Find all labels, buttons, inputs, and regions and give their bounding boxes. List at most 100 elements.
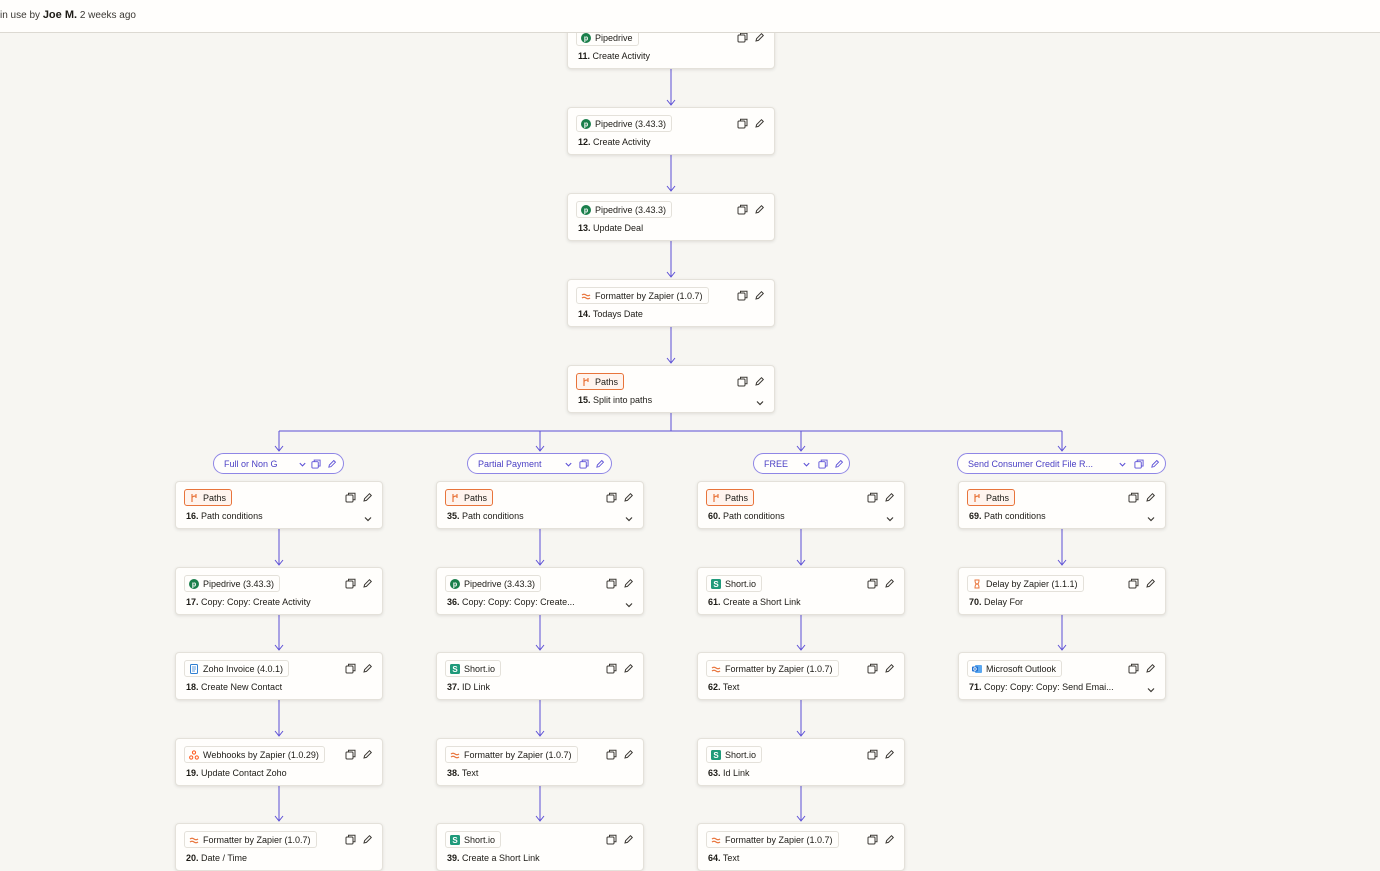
path-branch-pill[interactable]: Send Consumer Credit File R... — [957, 453, 1166, 474]
chevron-down-icon[interactable] — [564, 460, 573, 469]
edit-pencil-icon[interactable] — [834, 459, 844, 469]
chevron-down-icon[interactable] — [1146, 682, 1156, 693]
duplicate-icon[interactable] — [1128, 576, 1139, 589]
duplicate-icon[interactable] — [867, 490, 878, 503]
delay-icon — [972, 579, 982, 589]
edit-pencil-icon[interactable] — [327, 459, 337, 469]
duplicate-icon[interactable] — [867, 576, 878, 589]
edit-pencil-icon[interactable] — [1145, 576, 1156, 588]
step-card[interactable]: Webhooks by Zapier (1.0.29) 19. Update Co… — [175, 738, 383, 786]
edit-pencil-icon[interactable] — [884, 661, 895, 673]
edit-pencil-icon[interactable] — [884, 490, 895, 502]
step-card[interactable]: Zoho Invoice (4.0.1) 18. Create New Conta… — [175, 652, 383, 700]
chevron-down-icon[interactable] — [363, 511, 373, 522]
duplicate-icon[interactable] — [345, 490, 356, 503]
path-branch-pill[interactable]: Full or Non G — [213, 453, 344, 474]
step-title-text: Id Link — [723, 768, 750, 778]
duplicate-icon[interactable] — [345, 576, 356, 589]
edit-pencil-icon[interactable] — [362, 832, 373, 844]
duplicate-icon[interactable] — [606, 661, 617, 674]
duplicate-icon[interactable] — [345, 747, 356, 760]
path-branch-pill[interactable]: FREE — [753, 453, 850, 474]
step-number: 13. — [578, 223, 591, 233]
step-card[interactable]: S Short.io 37. ID Link — [436, 652, 644, 700]
step-card[interactable]: Paths 60. Path conditions — [697, 481, 905, 529]
duplicate-icon[interactable] — [867, 661, 878, 674]
chevron-down-icon[interactable] — [755, 395, 765, 406]
duplicate-icon[interactable] — [1134, 459, 1144, 469]
step-card[interactable]: p Pipedrive (3.43.3) 17. Copy: Copy: Creat… — [175, 567, 383, 615]
edit-pencil-icon[interactable] — [884, 747, 895, 759]
edit-pencil-icon[interactable] — [362, 576, 373, 588]
duplicate-icon[interactable] — [737, 288, 748, 301]
edit-pencil-icon[interactable] — [595, 459, 605, 469]
step-title: 16. Path conditions — [186, 511, 356, 521]
step-card[interactable]: Formatter by Zapier (1.0.7) 14. Todays Da… — [567, 279, 775, 327]
edit-pencil-icon[interactable] — [884, 576, 895, 588]
duplicate-icon[interactable] — [867, 747, 878, 760]
chevron-down-icon[interactable] — [1118, 460, 1127, 469]
duplicate-icon[interactable] — [345, 661, 356, 674]
step-number: 18. — [186, 682, 199, 692]
chevron-down-icon[interactable] — [802, 460, 811, 469]
step-title-text: Update Deal — [593, 223, 644, 233]
step-number: 70. — [969, 597, 982, 607]
duplicate-icon[interactable] — [606, 576, 617, 589]
edit-pencil-icon[interactable] — [1145, 661, 1156, 673]
step-title: 14. Todays Date — [578, 309, 748, 319]
step-title: 18. Create New Contact — [186, 682, 356, 692]
chevron-down-icon[interactable] — [885, 511, 895, 522]
edit-pencil-icon[interactable] — [1145, 490, 1156, 502]
edit-pencil-icon[interactable] — [362, 747, 373, 759]
duplicate-icon[interactable] — [606, 490, 617, 503]
step-card[interactable]: Microsoft Outlook 71. Copy: Copy: Copy: S… — [958, 652, 1166, 700]
duplicate-icon[interactable] — [867, 832, 878, 845]
step-app-name: Short.io — [464, 834, 496, 845]
step-card[interactable]: S Short.io 63. Id Link — [697, 738, 905, 786]
edit-pencil-icon[interactable] — [754, 116, 765, 128]
duplicate-icon[interactable] — [579, 459, 589, 469]
step-card[interactable]: p Pipedrive (3.43.3) 36. Copy: Copy: Copy:… — [436, 567, 644, 615]
duplicate-icon[interactable] — [606, 832, 617, 845]
duplicate-icon[interactable] — [737, 116, 748, 129]
duplicate-icon[interactable] — [818, 459, 828, 469]
duplicate-icon[interactable] — [311, 459, 321, 469]
step-card[interactable]: p Pipedrive (3.43.3) 12. Create Activity — [567, 107, 775, 155]
edit-pencil-icon[interactable] — [623, 490, 634, 502]
chevron-down-icon[interactable] — [1146, 511, 1156, 522]
chevron-down-icon[interactable] — [298, 460, 307, 469]
duplicate-icon[interactable] — [737, 202, 748, 215]
path-branch-pill[interactable]: Partial Payment — [467, 453, 612, 474]
duplicate-icon[interactable] — [1128, 490, 1139, 503]
step-card[interactable]: S Short.io 61. Create a Short Link — [697, 567, 905, 615]
step-card[interactable]: Paths 35. Path conditions — [436, 481, 644, 529]
step-card[interactable]: Formatter by Zapier (1.0.7) 62. Text — [697, 652, 905, 700]
edit-pencil-icon[interactable] — [623, 832, 634, 844]
duplicate-icon[interactable] — [606, 747, 617, 760]
duplicate-icon[interactable] — [1128, 661, 1139, 674]
edit-pencil-icon[interactable] — [754, 202, 765, 214]
usage-user-name[interactable]: Joe M. — [43, 9, 77, 21]
step-card[interactable]: p Pipedrive (3.43.3) 13. Update Deal — [567, 193, 775, 241]
chevron-down-icon[interactable] — [624, 511, 634, 522]
chevron-down-icon[interactable] — [624, 597, 634, 608]
step-app-badge: Formatter by Zapier (1.0.7) — [445, 746, 578, 763]
edit-pencil-icon[interactable] — [1150, 459, 1160, 469]
duplicate-icon[interactable] — [737, 374, 748, 387]
edit-pencil-icon[interactable] — [362, 661, 373, 673]
edit-pencil-icon[interactable] — [754, 288, 765, 300]
edit-pencil-icon[interactable] — [623, 747, 634, 759]
edit-pencil-icon[interactable] — [884, 832, 895, 844]
step-card[interactable]: Paths 69. Path conditions — [958, 481, 1166, 529]
edit-pencil-icon[interactable] — [623, 576, 634, 588]
step-card[interactable]: Formatter by Zapier (1.0.7) 38. Text — [436, 738, 644, 786]
step-title: 70. Delay For — [969, 597, 1139, 607]
duplicate-icon[interactable] — [345, 832, 356, 845]
step-title: 36. Copy: Copy: Copy: Create... — [447, 597, 617, 607]
step-card[interactable]: Paths 16. Path conditions — [175, 481, 383, 529]
edit-pencil-icon[interactable] — [754, 374, 765, 386]
step-card[interactable]: Delay by Zapier (1.1.1) 70. Delay For — [958, 567, 1166, 615]
step-card[interactable]: Paths 15. Split into paths — [567, 365, 775, 413]
edit-pencil-icon[interactable] — [623, 661, 634, 673]
edit-pencil-icon[interactable] — [362, 490, 373, 502]
